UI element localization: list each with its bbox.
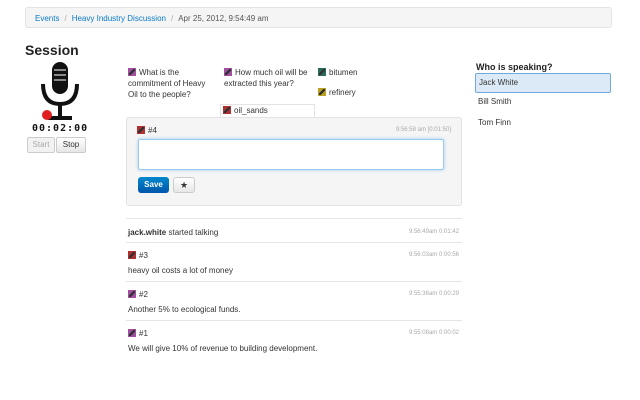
- tag-icon: [318, 88, 326, 96]
- feed-time: 9:55:36am 0:00:29: [408, 291, 459, 297]
- tag-icon: [318, 68, 326, 76]
- tag-question-extraction[interactable]: How much oil will be extracted this year…: [224, 67, 307, 89]
- breadcrumb-events-link[interactable]: Events: [35, 14, 59, 23]
- activity-feed: jack.white started talking 9:56:49am 0:0…: [126, 218, 462, 359]
- speaker-bill-smith[interactable]: Bill Smith: [475, 93, 611, 113]
- record-indicator: [42, 110, 52, 120]
- note-input[interactable]: [138, 139, 444, 170]
- feed-note-text: Another 5% to ecological funds.: [128, 305, 241, 314]
- feed-note-text: We will give 10% of revenue to building …: [128, 344, 318, 353]
- list-item: #1 9:55:08am 0:00:02 We will give 10% of…: [126, 320, 462, 359]
- list-item: #3 9:56:03am 0:00:56 heavy oil costs a l…: [126, 242, 462, 281]
- feed-time: 9:55:08am 0:00:02: [408, 330, 459, 336]
- tag-question-commitment[interactable]: What is the commitment of Heavy Oil to t…: [128, 67, 205, 100]
- breadcrumb-current: Apr 25, 2012, 9:54:49 am: [178, 14, 269, 23]
- star-icon: ★: [179, 180, 189, 190]
- tag-bitumen[interactable]: bitumen: [318, 67, 357, 78]
- start-button[interactable]: Start: [27, 137, 55, 153]
- feed-time: 9:56:49am 0:01:42: [408, 229, 459, 235]
- list-item: jack.white started talking 9:56:49am 0:0…: [126, 218, 462, 242]
- feed-note-number: #2: [139, 290, 148, 299]
- tag-refinery[interactable]: refinery: [318, 87, 356, 98]
- breadcrumb-separator: /: [64, 14, 67, 23]
- tag-icon: [128, 329, 136, 337]
- save-button[interactable]: Save: [138, 177, 169, 193]
- tag-oil-sands[interactable]: oil_sands: [220, 104, 315, 118]
- tag-icon: [223, 106, 231, 114]
- tag-icon: [128, 290, 136, 298]
- feed-note-number: #3: [139, 251, 148, 260]
- session-timer: 00:02:00: [32, 123, 89, 134]
- feed-note-text: heavy oil costs a lot of money: [128, 266, 233, 275]
- speaker-jack-white[interactable]: Jack White: [475, 73, 611, 93]
- breadcrumb-separator: /: [170, 14, 174, 23]
- stop-button[interactable]: Stop: [56, 137, 86, 153]
- session-title: Session: [25, 42, 79, 58]
- tag-icon: [128, 251, 136, 259]
- tag-icon: [128, 68, 136, 76]
- tag-icon: [224, 68, 232, 76]
- feed-time: 9:56:03am 0:00:56: [408, 252, 459, 258]
- breadcrumb-discussion-link[interactable]: Heavy Industry Discussion: [72, 14, 166, 23]
- feed-action: started talking: [166, 228, 219, 237]
- speaking-title: Who is speaking?: [476, 62, 553, 72]
- microphone-icon: [41, 62, 79, 120]
- star-button[interactable]: ★: [173, 177, 195, 193]
- note-number: #4: [137, 126, 157, 135]
- note-editor-panel: #4 9:56:58 am [0:01:50] Save ★: [126, 117, 462, 206]
- breadcrumb: Events / Heavy Industry Discussion / Apr 25,…: [25, 7, 612, 28]
- feed-note-number: #1: [139, 329, 148, 338]
- tag-icon: [137, 126, 145, 134]
- feed-user: jack.white: [128, 228, 167, 237]
- note-timestamp: 9:56:58 am [0:01:50]: [395, 127, 451, 133]
- speaker-tom-finn[interactable]: Tom Finn: [475, 114, 611, 134]
- list-item: #2 9:55:36am 0:00:29 Another 5% to ecolo…: [126, 281, 462, 320]
